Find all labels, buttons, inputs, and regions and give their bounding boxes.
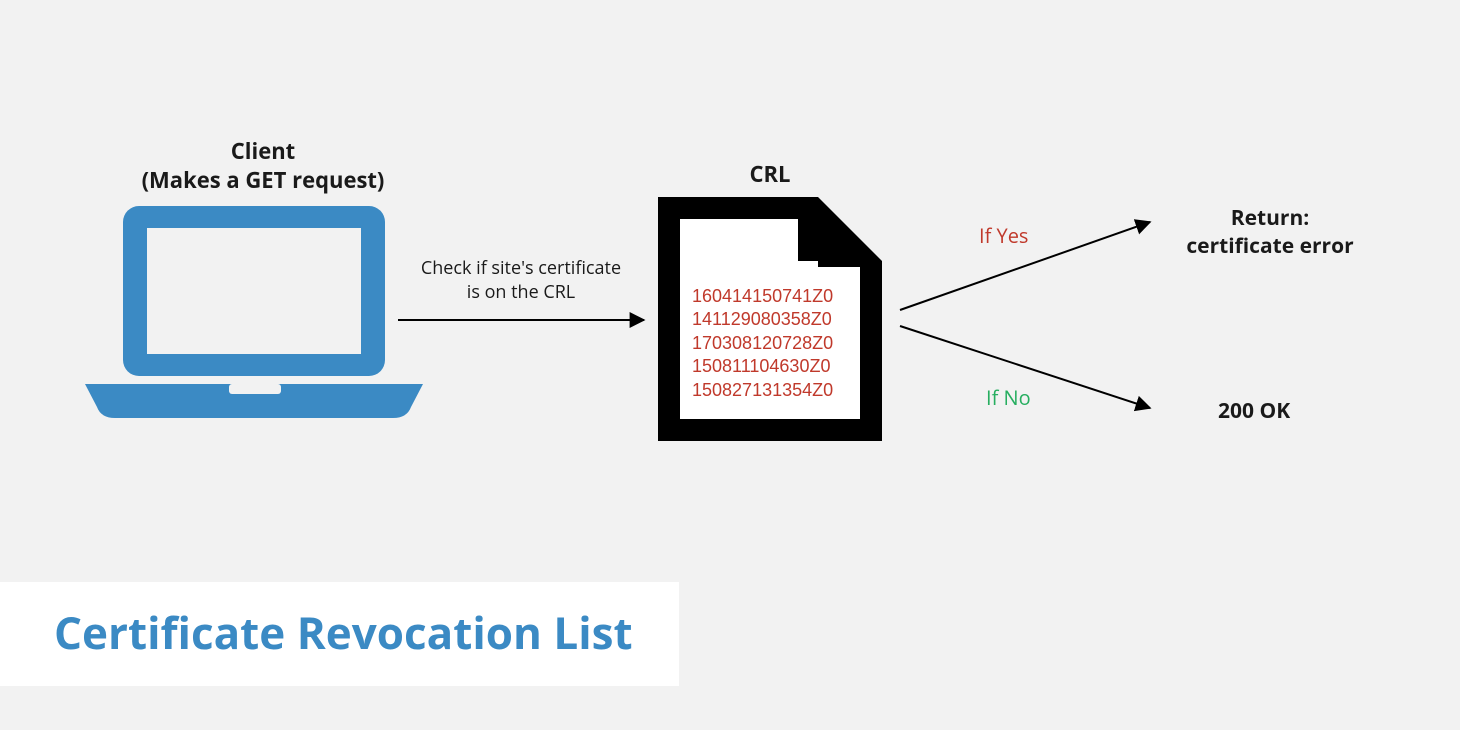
title-box: Certificate Revocation List [0,582,679,686]
return-line2: certificate error [1186,232,1353,260]
return-line1: Return: [1231,204,1310,232]
if-yes-label: If Yes [979,222,1028,249]
return-label: Return: certificate error [1140,204,1400,261]
if-no-label: If No [986,384,1031,411]
diagram-title: Certificate Revocation List [54,602,633,662]
ok-label: 200 OK [1218,397,1290,425]
